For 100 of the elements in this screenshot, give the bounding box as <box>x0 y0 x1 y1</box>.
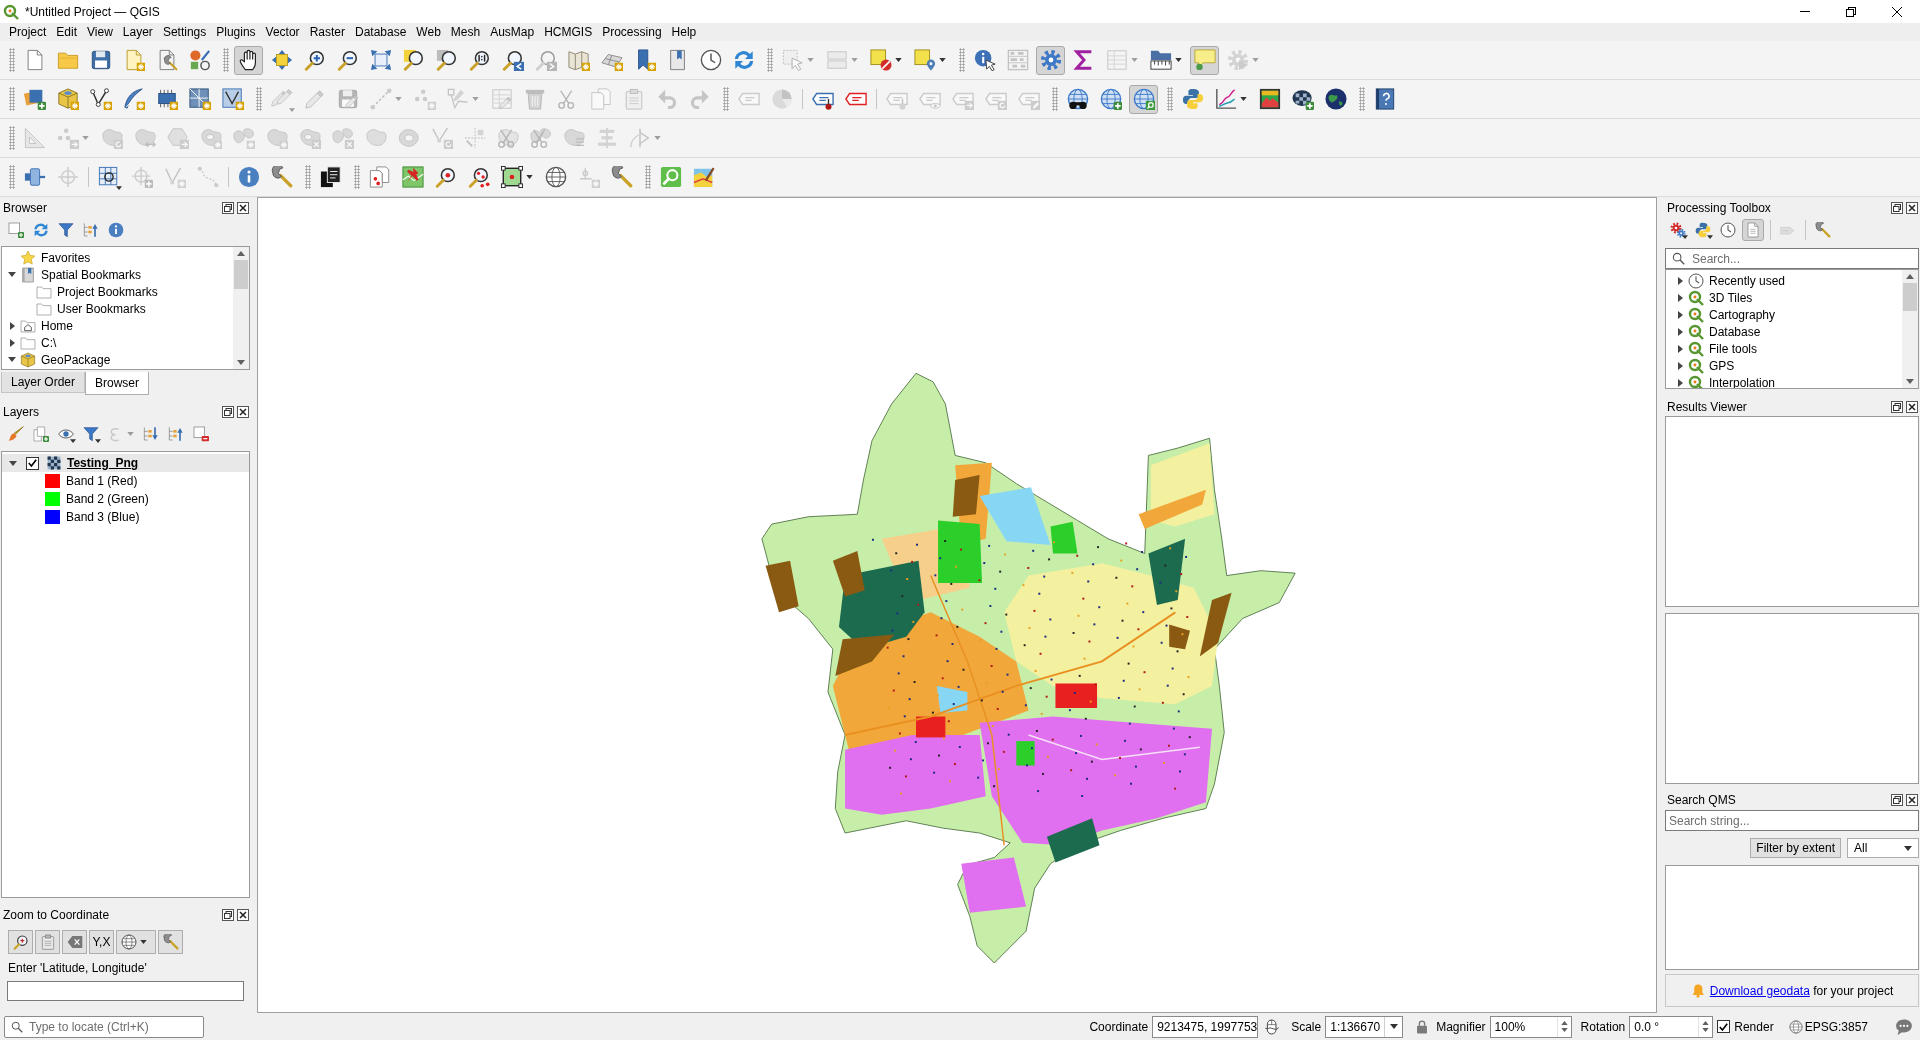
zoom-in-icon <box>303 49 326 71</box>
globe-binoculars-icon <box>1066 88 1089 110</box>
caret-right-icon[interactable] <box>1677 344 1683 353</box>
close-button[interactable] <box>236 908 249 922</box>
tree-item[interactable]: GPS <box>1709 358 1735 373</box>
menu-item[interactable]: View <box>82 23 118 41</box>
scale-combobox[interactable]: 1:136670 <box>1325 1015 1404 1038</box>
undock-button[interactable] <box>1890 201 1903 215</box>
locator-field[interactable]: Type to locate (Ctrl+K) <box>4 1015 204 1038</box>
menu-item[interactable]: Processing <box>597 23 667 41</box>
tree-item[interactable]: Spatial Bookmarks <box>41 267 142 282</box>
tree-item[interactable]: GeoPackage <box>41 352 111 367</box>
close-button[interactable] <box>236 201 249 215</box>
menu-item[interactable]: Project <box>4 23 52 41</box>
tree-item[interactable]: User Bookmarks <box>57 301 146 316</box>
menu-item[interactable]: Edit <box>51 23 83 41</box>
menu-item[interactable]: Web <box>411 23 446 41</box>
tree-item[interactable]: Project Bookmarks <box>57 284 158 299</box>
folder-icon <box>20 334 36 351</box>
scrollbar-thumb[interactable] <box>1903 283 1917 311</box>
caret-down-icon <box>289 107 295 112</box>
undock-button[interactable] <box>221 201 234 215</box>
render-checkbox[interactable] <box>1717 1020 1731 1033</box>
close-icon <box>236 202 249 214</box>
coordinate-input[interactable] <box>7 981 244 1001</box>
menu-item[interactable]: Layer <box>117 23 158 41</box>
menu-item[interactable]: Vector <box>260 23 305 41</box>
filter-button[interactable]: Filter by extent <box>1750 838 1841 858</box>
wrench-icon <box>1815 222 1831 238</box>
tree-item[interactable]: File tools <box>1709 341 1758 356</box>
clock-icon <box>1720 222 1736 238</box>
tree-item[interactable]: Favorites <box>41 250 91 265</box>
scrollbar-thumb[interactable] <box>234 260 248 289</box>
caret-down-icon <box>127 432 134 436</box>
menu-item[interactable]: Plugins <box>211 23 261 41</box>
map-pen-icon <box>692 166 715 188</box>
menu-item[interactable]: Help <box>666 23 702 41</box>
layer-row[interactable]: Testing_Png <box>2 454 249 472</box>
caret-right-icon[interactable] <box>1677 293 1683 302</box>
undock-button[interactable] <box>1890 400 1903 414</box>
zoom-out-icon <box>336 49 359 71</box>
caret-right-icon[interactable] <box>1677 361 1683 370</box>
home-folder-icon <box>20 317 36 334</box>
tree-item[interactable]: C:\ <box>41 335 57 350</box>
rotation-spinbox[interactable]: 0.0 ° <box>1629 1015 1714 1038</box>
dock-tab[interactable]: Browser <box>85 372 150 395</box>
search-field[interactable]: Search... <box>1665 248 1919 269</box>
close-button[interactable] <box>1905 400 1918 414</box>
map-canvas[interactable] <box>257 197 1657 1013</box>
menu-item[interactable]: Database <box>349 23 412 41</box>
close-icon <box>1905 401 1918 413</box>
vertex-tool-icon <box>446 88 469 110</box>
globe-icon <box>1324 88 1347 110</box>
caret-right-icon[interactable] <box>9 338 15 347</box>
close-button[interactable] <box>236 405 249 419</box>
undock-button[interactable] <box>1890 793 1903 807</box>
caret-right-icon[interactable] <box>1677 276 1683 285</box>
tree-item[interactable]: 3D Tiles <box>1709 290 1753 305</box>
filter-combobox[interactable]: All <box>1847 838 1919 858</box>
tool-button[interactable]: Y,X <box>89 930 114 954</box>
dock-tab[interactable]: Layer Order <box>1 372 86 393</box>
menu-item[interactable]: HCMGIS <box>539 23 598 41</box>
caret-right-icon[interactable] <box>9 321 15 330</box>
menu-item[interactable]: Mesh <box>445 23 486 41</box>
crs-button[interactable]: EPSG:3857 <box>1787 1016 1869 1037</box>
caret-down-icon <box>806 58 814 62</box>
scrollbar[interactable] <box>233 247 249 369</box>
undock-button[interactable] <box>221 908 234 922</box>
tree-item[interactable]: Home <box>41 318 73 333</box>
caret-down-icon[interactable] <box>8 357 16 362</box>
checkmark-icon <box>1719 1022 1729 1031</box>
coordinate-label: Coordinate <box>1089 1019 1149 1034</box>
line-chart-icon <box>1214 88 1237 110</box>
menu-item[interactable]: Raster <box>304 23 350 41</box>
lock-icon <box>1415 1019 1430 1034</box>
menu-item[interactable]: AusMap <box>485 23 540 41</box>
q-logo-icon <box>1688 374 1704 388</box>
panel-title: Processing Toolbox <box>1667 201 1772 215</box>
undock-button[interactable] <box>221 405 234 419</box>
caret-down-icon[interactable] <box>9 460 17 466</box>
tool-button[interactable] <box>234 45 263 75</box>
tree-item[interactable]: Database <box>1709 324 1761 339</box>
close-button[interactable] <box>1905 793 1918 807</box>
caret-right-icon[interactable] <box>1677 327 1683 336</box>
caret-right-icon[interactable] <box>1677 378 1683 387</box>
legend-label: Band 3 (Blue) <box>66 510 140 524</box>
caret-right-icon[interactable] <box>1677 310 1683 319</box>
menu-item[interactable]: Settings <box>157 23 212 41</box>
tree-item[interactable]: Cartography <box>1709 307 1776 322</box>
clipboard-icon <box>39 934 56 950</box>
checkbox[interactable] <box>26 456 39 470</box>
close-button[interactable] <box>1905 201 1918 215</box>
magnifier-spinbox[interactable]: 100% <box>1489 1015 1572 1038</box>
download-link[interactable]: Download geodata <box>1709 983 1810 998</box>
scrollbar[interactable] <box>1902 270 1918 388</box>
coordinate-field[interactable]: 9213475, 1997753 <box>1152 1015 1259 1038</box>
search-field[interactable]: Search string... <box>1665 810 1919 831</box>
caret-down-icon[interactable] <box>8 272 16 277</box>
refresh-icon <box>33 222 49 238</box>
tree-item[interactable]: Recently used <box>1709 273 1786 288</box>
